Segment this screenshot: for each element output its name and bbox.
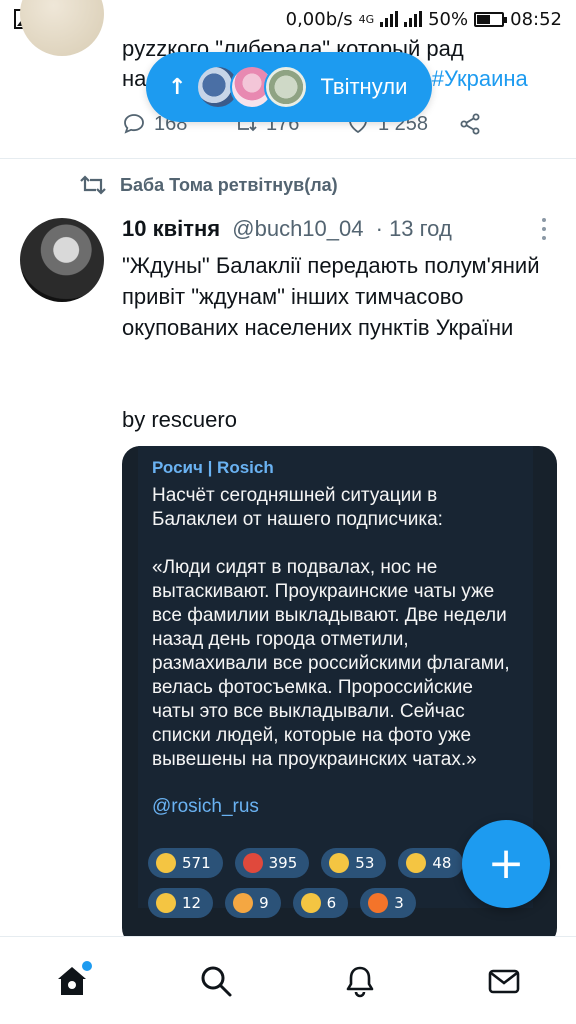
header-separator: ·	[375, 216, 383, 241]
nav-notifications[interactable]	[330, 951, 390, 1011]
tweet-divider	[0, 158, 576, 159]
reply-icon	[124, 114, 144, 134]
telegram-message-text: Насчёт сегодняшней ситуации в Балаклеи о…	[152, 485, 510, 770]
new-tweets-pill[interactable]: ↑ Твітнули	[146, 52, 432, 122]
signal-icon	[380, 11, 399, 27]
battery-percent: 50%	[428, 8, 469, 30]
search-icon	[201, 966, 232, 996]
more-options-icon[interactable]	[540, 218, 548, 240]
tweet-byline: by rescuero	[122, 407, 237, 432]
nav-search[interactable]	[186, 951, 246, 1011]
nav-messages[interactable]	[474, 951, 534, 1011]
pill-label: Твітнули	[320, 74, 408, 99]
hashtag-link[interactable]: #Украина	[432, 66, 528, 91]
tweet-body: "Ждуны" Балаклії передають полум'яний пр…	[122, 250, 542, 343]
share-button[interactable]	[458, 112, 498, 136]
reaction-chip: 12	[148, 888, 214, 918]
fire-icon	[368, 893, 389, 913]
reaction-chip: 53	[321, 848, 387, 878]
pill-avatars	[196, 65, 309, 109]
reaction-chip: 571	[148, 848, 223, 878]
nav-home[interactable]	[42, 951, 102, 1011]
home-notification-dot	[82, 960, 92, 971]
retweeted-by-text: Баба Тома ретвітнув(ла)	[120, 174, 338, 195]
share-icon	[460, 113, 480, 135]
battery-fill	[477, 14, 491, 24]
envelope-icon	[488, 969, 520, 993]
thumbs-up-icon	[406, 853, 427, 873]
clock: 08:52	[510, 8, 562, 30]
previous-tweet-text-start: на	[122, 66, 147, 91]
signal-icon-2	[404, 11, 423, 27]
reaction-count: 53	[355, 854, 375, 872]
pray-icon	[300, 893, 321, 913]
pill-avatar-3	[264, 65, 309, 109]
compose-tweet-button[interactable]: +	[462, 820, 550, 908]
cry-icon	[329, 853, 350, 873]
reaction-count: 48	[432, 854, 452, 872]
bottom-navigation	[0, 936, 576, 1024]
tweet-time: 13 год	[389, 216, 452, 241]
telegram-channel-link: @rosich_rus	[152, 796, 259, 817]
reaction-chip: 6	[292, 888, 349, 918]
plus-icon: +	[487, 838, 525, 889]
previous-tweet-avatar[interactable]	[20, 0, 104, 56]
reaction-count: 6	[326, 894, 337, 912]
network-speed: 0,00b/s	[285, 8, 353, 30]
starstruck-icon	[156, 893, 176, 913]
reaction-chip: 395	[234, 848, 310, 878]
reaction-count: 9	[259, 894, 269, 912]
author-handle[interactable]: @buch10_04	[232, 216, 363, 241]
reaction-count: 12	[182, 894, 202, 912]
reaction-count: 395	[268, 854, 298, 872]
angry-icon	[242, 853, 263, 873]
retweet-header[interactable]: Баба Тома ретвітнув(ла)	[80, 174, 338, 196]
reaction-chip: 3	[360, 888, 416, 918]
scream-icon	[156, 853, 176, 873]
author-name[interactable]: 10 квітня	[122, 216, 220, 241]
reaction-count: 3	[394, 894, 404, 912]
tweet-author-avatar[interactable]	[20, 218, 104, 302]
tweet-header: 10 квітня @buch10_04 · 13 год	[122, 214, 452, 244]
exploding-head-icon	[233, 893, 254, 913]
tweet-text: "Ждуны" Балаклії передають полум'яний пр…	[122, 253, 540, 340]
telegram-channel-name: Росич | Rosich	[152, 458, 274, 477]
battery-icon	[474, 11, 508, 27]
arrow-up-icon: ↑	[168, 74, 187, 100]
bell-icon	[346, 966, 374, 997]
reaction-count: 571	[182, 854, 211, 872]
reaction-chip: 9	[225, 888, 281, 918]
network-type: 4G	[358, 12, 375, 26]
reaction-chip: 48	[398, 848, 464, 878]
retweet-icon	[80, 175, 106, 195]
